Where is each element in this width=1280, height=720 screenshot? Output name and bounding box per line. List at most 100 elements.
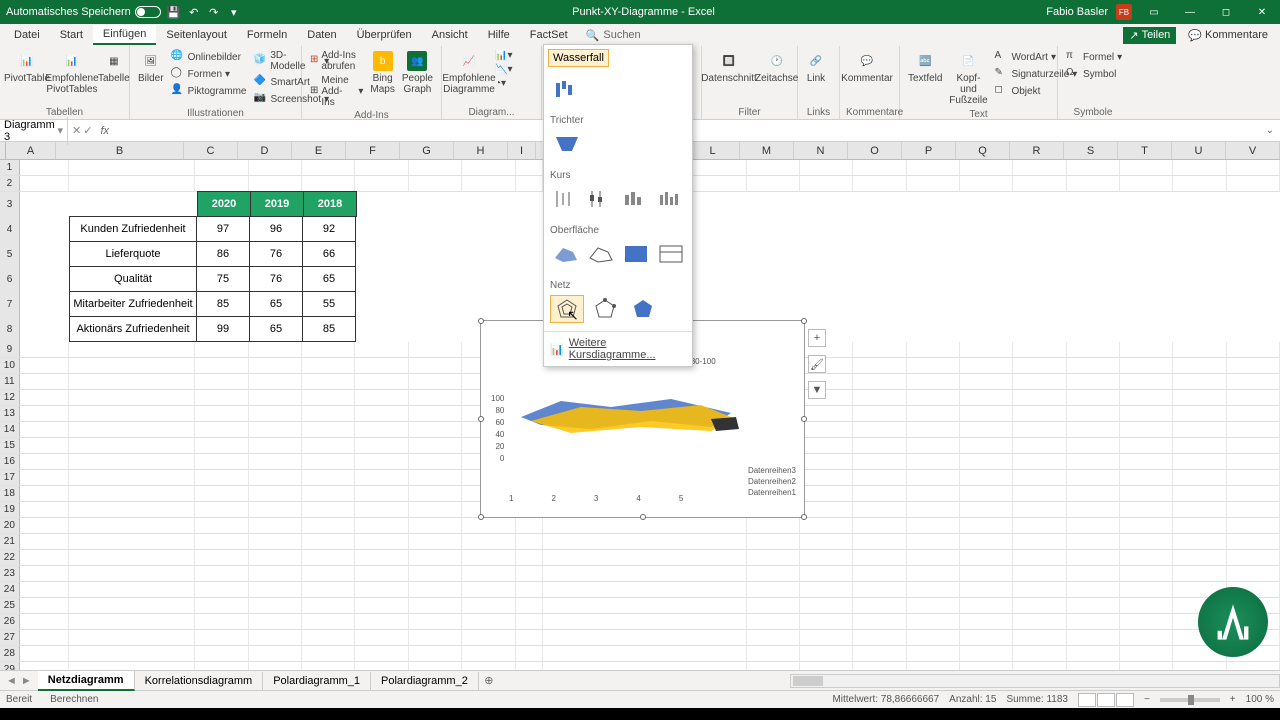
recommended-pivot-button[interactable]: 📊Empfohlene PivotTables xyxy=(51,49,93,97)
table-cell[interactable]: 66 xyxy=(302,241,356,267)
waterfall-chart-icon[interactable] xyxy=(550,75,584,103)
funnel-chart-icon[interactable] xyxy=(550,130,584,158)
column-header[interactable]: V xyxy=(1226,142,1280,159)
resize-handle[interactable] xyxy=(801,318,807,324)
zoom-in-icon[interactable]: + xyxy=(1230,694,1236,705)
row-header[interactable]: 2 xyxy=(0,176,20,191)
column-header[interactable]: D xyxy=(238,142,292,159)
row-header[interactable]: 20 xyxy=(0,518,20,533)
column-header[interactable]: I xyxy=(508,142,536,159)
row-header[interactable]: 18 xyxy=(0,486,20,501)
row-header[interactable]: 9 xyxy=(0,342,20,357)
table-cell[interactable]: 75 xyxy=(196,266,250,292)
shapes-button[interactable]: ◯Formen ▾ xyxy=(169,66,249,82)
column-header[interactable]: L xyxy=(686,142,740,159)
pivottable-button[interactable]: 📊PivotTable xyxy=(6,49,48,86)
menu-ueberpruefen[interactable]: Überprüfen xyxy=(347,26,422,44)
equation-button[interactable]: πFormel ▾ xyxy=(1064,49,1124,65)
save-icon[interactable]: 💾 xyxy=(167,5,181,19)
row-header[interactable]: 12 xyxy=(0,390,20,405)
my-addins-button[interactable]: ⊞Meine Add-Ins ▾ xyxy=(308,74,365,109)
row-header[interactable]: 19 xyxy=(0,502,20,517)
stock-chart-3-icon[interactable] xyxy=(620,185,651,213)
stock-chart-4-icon[interactable] xyxy=(655,185,686,213)
view-normal-icon[interactable] xyxy=(1078,693,1096,707)
minimize-icon[interactable]: — xyxy=(1176,0,1204,24)
table-cell[interactable]: 76 xyxy=(249,241,303,267)
stock-chart-1-icon[interactable] xyxy=(550,185,581,213)
column-header[interactable]: G xyxy=(400,142,454,159)
table-cell[interactable]: 85 xyxy=(302,316,356,342)
table-cell[interactable]: 92 xyxy=(302,216,356,242)
recommended-charts-button[interactable]: 📈Empfohlene Diagramme xyxy=(448,49,490,97)
surface-3d-icon[interactable] xyxy=(550,240,581,268)
table-row-label[interactable]: Mitarbeiter Zufriedenheit xyxy=(69,291,197,317)
row-header[interactable]: 17 xyxy=(0,470,20,485)
sheet-tab-polar1[interactable]: Polardiagramm_1 xyxy=(263,672,371,690)
zoom-slider[interactable] xyxy=(1160,698,1220,702)
table-row-label[interactable]: Qualität xyxy=(69,266,197,292)
chart-filter-button[interactable]: ▼ xyxy=(808,381,826,399)
menu-factset[interactable]: FactSet xyxy=(520,26,578,44)
column-header[interactable]: B xyxy=(56,142,184,159)
row-header[interactable]: 28 xyxy=(0,646,20,661)
table-cell[interactable]: 55 xyxy=(302,291,356,317)
table-cell[interactable]: 86 xyxy=(196,241,250,267)
table-cell[interactable]: 85 xyxy=(196,291,250,317)
column-header[interactable]: N xyxy=(794,142,848,159)
textbox-button[interactable]: 🔤Textfeld xyxy=(906,49,944,86)
sheet-tab-korrelation[interactable]: Korrelationsdiagramm xyxy=(135,672,264,690)
column-header[interactable]: R xyxy=(1010,142,1064,159)
menu-einfuegen[interactable]: Einfügen xyxy=(93,25,156,45)
view-pagebreak-icon[interactable] xyxy=(1116,693,1134,707)
row-header[interactable]: 1 xyxy=(0,160,20,175)
table-cell[interactable]: 65 xyxy=(302,266,356,292)
row-header[interactable]: 21 xyxy=(0,534,20,549)
table-cell[interactable]: 99 xyxy=(196,316,250,342)
bing-maps-button[interactable]: bBing Maps xyxy=(368,49,396,97)
row-header[interactable]: 24 xyxy=(0,582,20,597)
link-button[interactable]: 🔗Link xyxy=(804,49,828,86)
surface-contour-wire-icon[interactable] xyxy=(655,240,686,268)
table-row-label[interactable]: Aktionärs Zufriedenheit xyxy=(69,316,197,342)
menu-start[interactable]: Start xyxy=(50,26,93,44)
table-row-label[interactable]: Lieferquote xyxy=(69,241,197,267)
column-header[interactable]: T xyxy=(1118,142,1172,159)
resize-handle[interactable] xyxy=(801,416,807,422)
sheet-nav-prev-icon[interactable]: ◄ xyxy=(6,675,17,687)
menu-seitenlayout[interactable]: Seitenlayout xyxy=(156,26,237,44)
add-sheet-button[interactable]: ⊕ xyxy=(479,674,499,687)
table-cell[interactable]: 96 xyxy=(249,216,303,242)
cancel-formula-icon[interactable]: ✕ xyxy=(72,124,81,137)
comments-button[interactable]: 💬 Kommentare xyxy=(1182,27,1274,44)
sheet-tab-polar2[interactable]: Polardiagramm_2 xyxy=(371,672,479,690)
stock-chart-2-icon[interactable] xyxy=(585,185,616,213)
row-header[interactable]: 27 xyxy=(0,630,20,645)
get-addins-button[interactable]: ⊞Add-Ins abrufen xyxy=(308,49,365,73)
column-header[interactable]: O xyxy=(848,142,902,159)
chart-styles-button[interactable]: 🖌 xyxy=(808,355,826,373)
menu-ansicht[interactable]: Ansicht xyxy=(422,26,478,44)
chart-type-bar-icon[interactable]: 📊▾ xyxy=(493,49,514,62)
expand-formula-bar-icon[interactable]: ⌄ xyxy=(1266,125,1274,136)
row-header[interactable]: 22 xyxy=(0,550,20,565)
column-header[interactable]: Q xyxy=(956,142,1010,159)
table-button[interactable]: ▦Tabelle xyxy=(96,49,132,86)
ribbon-options-icon[interactable]: ▭ xyxy=(1140,0,1168,24)
chart-type-line-icon[interactable]: 📉▾ xyxy=(493,63,514,76)
enter-formula-icon[interactable]: ✓ xyxy=(83,124,92,137)
radar-chart-icon[interactable] xyxy=(550,295,584,323)
zoom-out-icon[interactable]: − xyxy=(1144,694,1150,705)
pictures-button[interactable]: 🖼Bilder xyxy=(136,49,166,86)
resize-handle[interactable] xyxy=(640,514,646,520)
column-header[interactable]: C xyxy=(184,142,238,159)
more-stock-charts-link[interactable]: 📊Weitere Kursdiagramme... xyxy=(544,331,692,366)
undo-icon[interactable]: ↶ xyxy=(187,5,201,19)
close-icon[interactable]: ✕ xyxy=(1248,0,1276,24)
column-header[interactable]: S xyxy=(1064,142,1118,159)
row-header[interactable]: 16 xyxy=(0,454,20,469)
menu-hilfe[interactable]: Hilfe xyxy=(478,26,520,44)
online-pictures-button[interactable]: 🌐Onlinebilder xyxy=(169,49,249,65)
menu-datei[interactable]: Datei xyxy=(4,26,50,44)
chart-elements-button[interactable]: + xyxy=(808,329,826,347)
